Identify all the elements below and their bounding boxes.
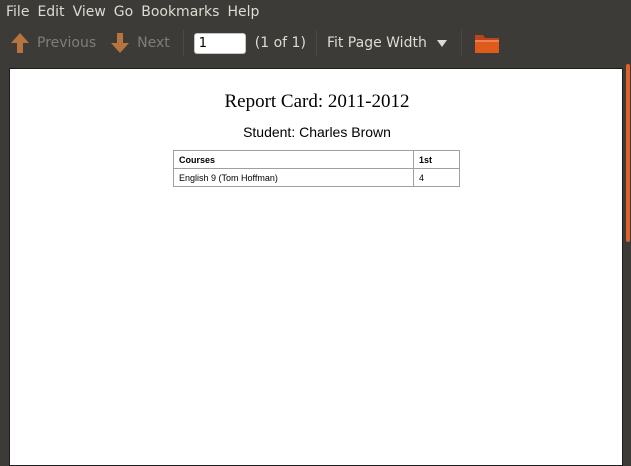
next-button[interactable]: Next — [110, 28, 170, 58]
grade-cell: 4 — [413, 168, 460, 187]
column-header-courses: Courses — [173, 150, 414, 169]
document-page: Report Card: 2011-2012 Student: Charles … — [9, 68, 623, 466]
menu-help[interactable]: Help — [223, 0, 263, 24]
open-file-button[interactable] — [474, 28, 500, 58]
previous-label: Previous — [37, 35, 97, 51]
menu-edit[interactable]: Edit — [33, 0, 68, 24]
folder-icon — [474, 32, 500, 54]
menu-bar: File Edit View Go Bookmarks Help — [0, 0, 631, 24]
zoom-label: Fit Page Width — [326, 35, 427, 51]
vertical-scrollbar[interactable] — [625, 62, 631, 466]
column-header-1st: 1st — [413, 150, 460, 169]
previous-button[interactable]: Previous — [10, 28, 96, 58]
report-title: Report Card: 2011-2012 — [224, 91, 410, 112]
page-number-input[interactable] — [193, 32, 246, 54]
zoom-select[interactable]: Fit Page Width — [327, 28, 447, 58]
course-cell: English 9 (Tom Hoffman) — [173, 168, 414, 187]
toolbar-separator — [315, 30, 317, 56]
arrow-up-icon — [10, 31, 30, 55]
arrow-down-icon — [110, 31, 130, 55]
document-viewport[interactable]: Report Card: 2011-2012 Student: Charles … — [0, 62, 631, 466]
toolbar-separator — [182, 30, 184, 56]
toolbar-separator — [460, 30, 462, 56]
table-row: English 9 (Tom Hoffman) 4 — [173, 168, 460, 187]
dropdown-arrow-icon — [436, 39, 447, 47]
student-name: Student: Charles Brown — [243, 124, 391, 140]
toolbar: Previous Next (1 of 1) Fit Page Width — [0, 24, 631, 62]
scrollbar-thumb[interactable] — [626, 64, 630, 242]
menu-bookmarks[interactable]: Bookmarks — [137, 0, 223, 24]
grades-table: Courses 1st English 9 (Tom Hoffman) 4 — [173, 150, 460, 187]
menu-file[interactable]: File — [2, 0, 33, 24]
table-header-row: Courses 1st — [173, 150, 460, 169]
next-label: Next — [137, 35, 170, 51]
menu-view[interactable]: View — [69, 0, 110, 24]
menu-go[interactable]: Go — [110, 0, 137, 24]
page-count: (1 of 1) — [254, 35, 306, 51]
